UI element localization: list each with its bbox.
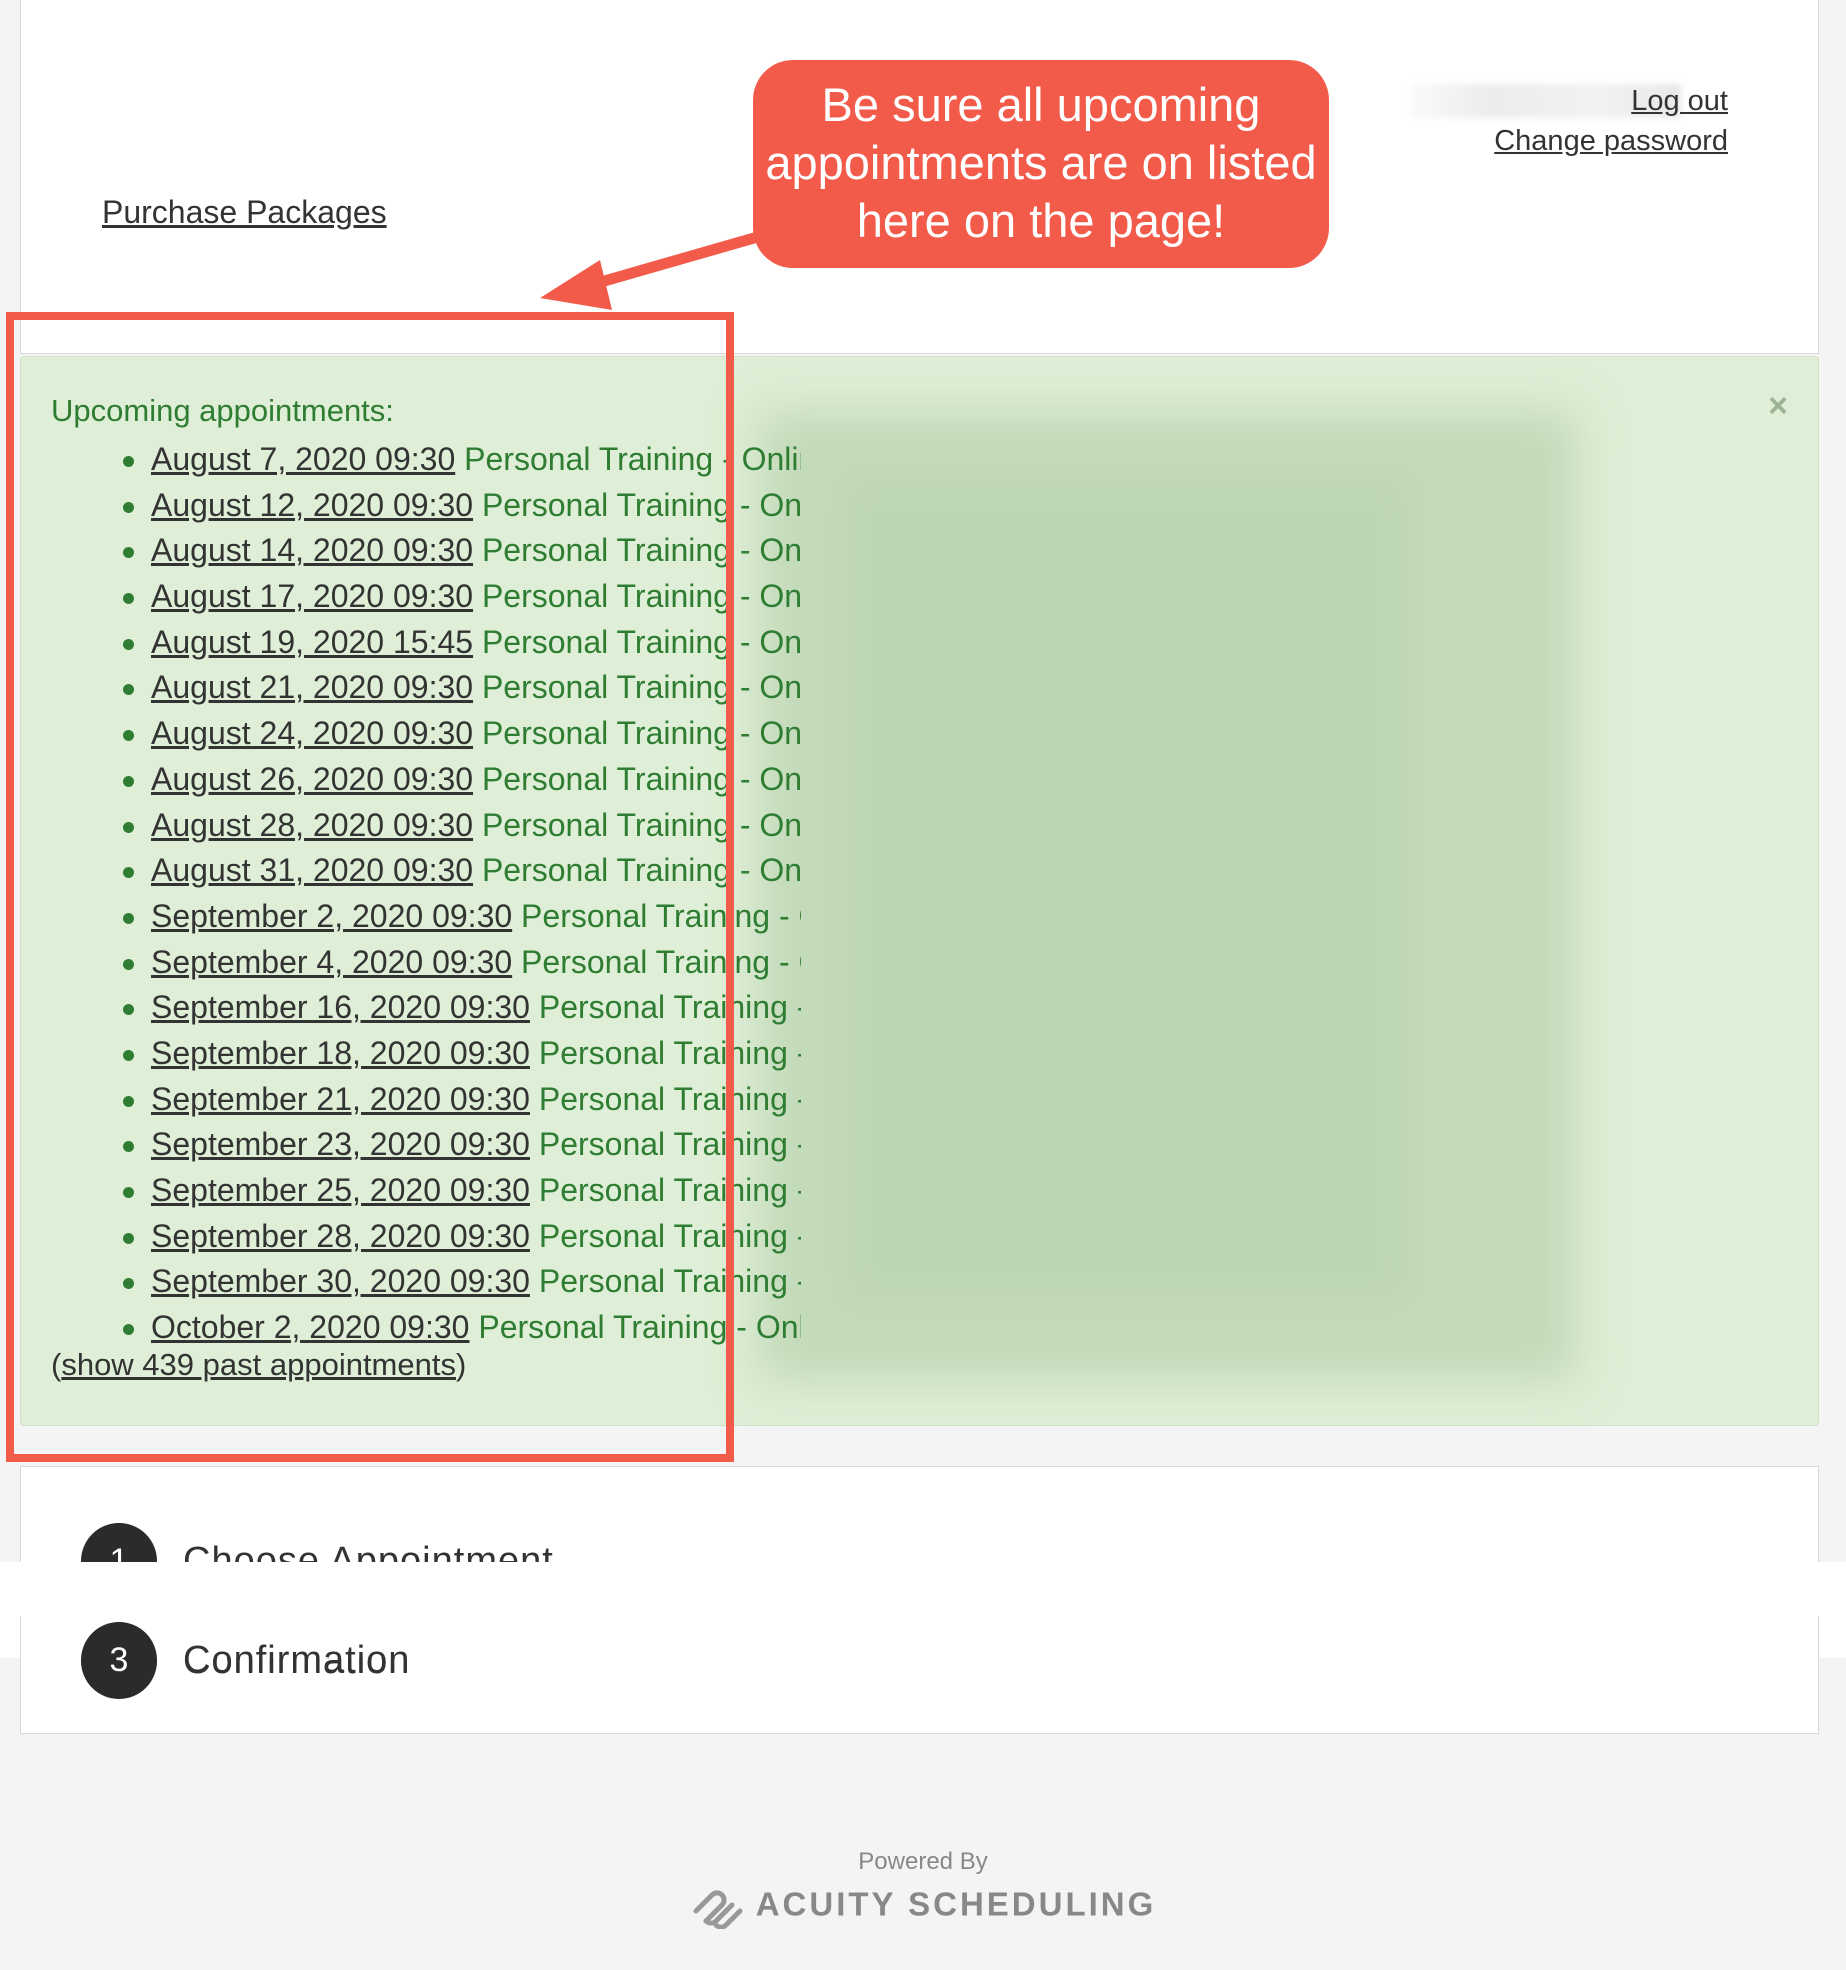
appointment-date-link[interactable]: August 26, 2020 09:30 xyxy=(151,761,473,797)
redacted-details xyxy=(787,440,1547,1352)
appointment-service: Personal Training - Onli xyxy=(481,532,801,569)
appointment-date-link[interactable]: August 24, 2020 09:30 xyxy=(151,715,473,751)
step-label: Confirmation xyxy=(183,1638,411,1681)
appointment-item: August 12, 2020 09:30 Personal Training … xyxy=(101,483,801,529)
appointment-service: Personal Training - O xyxy=(521,943,801,980)
appointment-date-link[interactable]: August 7, 2020 09:30 xyxy=(151,441,455,477)
step-number-badge: 3 xyxy=(81,1622,157,1698)
appointment-item: October 2, 2020 09:30 Personal Training … xyxy=(101,1305,801,1351)
appointment-list: August 7, 2020 09:30 Personal Training -… xyxy=(101,437,801,1351)
appointment-service: Personal Training - Onli xyxy=(481,852,801,889)
appointment-service: Personal Training - Onli xyxy=(481,715,801,752)
appointment-item: September 28, 2020 09:30 Personal Traini… xyxy=(101,1214,801,1260)
appointment-item: August 19, 2020 15:45 Personal Training … xyxy=(101,620,801,666)
appointment-item: August 14, 2020 09:30 Personal Training … xyxy=(101,528,801,574)
appointment-item: September 2, 2020 09:30 Personal Trainin… xyxy=(101,894,801,940)
logout-link[interactable]: Log out xyxy=(1631,85,1728,118)
appointment-item: August 21, 2020 09:30 Personal Training … xyxy=(101,665,801,711)
purchase-packages-link[interactable]: Purchase Packages xyxy=(102,194,387,231)
appointment-item: September 21, 2020 09:30 Personal Traini… xyxy=(101,1077,801,1123)
step-confirmation-visible[interactable]: 3 Confirmation xyxy=(81,1622,410,1698)
appointment-item: August 31, 2020 09:30 Personal Training … xyxy=(101,848,801,894)
appointment-date-link[interactable]: August 17, 2020 09:30 xyxy=(151,578,473,614)
appointment-item: August 17, 2020 09:30 Personal Training … xyxy=(101,574,801,620)
appointment-item: September 23, 2020 09:30 Personal Traini… xyxy=(101,1122,801,1168)
upcoming-appointments-alert: Upcoming appointments: × August 7, 2020 … xyxy=(20,356,1819,1426)
paren-open: ( xyxy=(51,1347,62,1382)
appointment-service: Personal Training - Onli xyxy=(481,760,801,797)
appointment-item: August 24, 2020 09:30 Personal Training … xyxy=(101,711,801,757)
appointment-service: Personal Training - Onli xyxy=(481,669,801,706)
appointment-item: August 28, 2020 09:30 Personal Training … xyxy=(101,803,801,849)
past-appointments: (show 439 past appointments) xyxy=(51,1347,466,1383)
brand-name: ACUITY SCHEDULING xyxy=(755,1885,1157,1923)
appointment-date-link[interactable]: September 16, 2020 09:30 xyxy=(151,989,530,1025)
appointment-service: Personal Training - xyxy=(538,1080,801,1117)
annotation-arrow-icon xyxy=(540,228,774,310)
appointment-item: September 18, 2020 09:30 Personal Traini… xyxy=(101,1031,801,1077)
powered-by-label: Powered By xyxy=(858,1848,988,1875)
steps-panel-lower: 3 Confirmation xyxy=(20,1616,1819,1734)
show-past-appointments-link[interactable]: show 439 past appointments xyxy=(61,1347,456,1382)
appointment-date-link[interactable]: September 4, 2020 09:30 xyxy=(151,944,512,980)
paren-close: ) xyxy=(455,1347,467,1382)
appointment-date-link[interactable]: September 21, 2020 09:30 xyxy=(151,1081,530,1117)
annotation-callout: Be sure all upcoming appointments are on… xyxy=(753,60,1329,268)
acuity-logo-icon xyxy=(693,1890,743,1929)
appointment-date-link[interactable]: September 28, 2020 09:30 xyxy=(151,1218,530,1254)
appointment-service: Personal Training - Onli xyxy=(481,578,801,615)
appointment-date-link[interactable]: August 12, 2020 09:30 xyxy=(151,487,473,523)
change-password-link[interactable]: Change password xyxy=(1494,125,1728,158)
acuity-brand[interactable]: ACUITY SCHEDULING xyxy=(0,1885,1846,1929)
appointment-service: Personal Training - xyxy=(538,1263,801,1300)
appointment-date-link[interactable]: September 30, 2020 09:30 xyxy=(151,1263,530,1299)
appointment-date-link[interactable]: September 2, 2020 09:30 xyxy=(151,898,512,934)
appointment-service: Personal Training - xyxy=(538,989,801,1026)
appointment-service: Personal Training - Onli xyxy=(481,806,801,843)
appointment-service: Personal Training - Onlin xyxy=(464,441,801,477)
appointment-date-link[interactable]: August 19, 2020 15:45 xyxy=(151,624,473,660)
close-icon[interactable]: × xyxy=(1768,387,1788,426)
appointment-service: Personal Training - xyxy=(538,1126,801,1163)
alert-title: Upcoming appointments: xyxy=(51,393,394,428)
appointment-item: August 26, 2020 09:30 Personal Training … xyxy=(101,757,801,803)
appointment-item: August 7, 2020 09:30 Personal Training -… xyxy=(101,437,801,483)
appointment-service: Personal Training - Onli xyxy=(481,623,801,660)
appointment-date-link[interactable]: September 18, 2020 09:30 xyxy=(151,1035,530,1071)
appointment-date-link[interactable]: August 14, 2020 09:30 xyxy=(151,532,473,568)
appointment-date-link[interactable]: October 2, 2020 09:30 xyxy=(151,1309,469,1345)
appointment-service: Personal Training - O xyxy=(521,897,801,934)
appointment-item: September 30, 2020 09:30 Personal Traini… xyxy=(101,1259,801,1305)
appointment-date-link[interactable]: August 21, 2020 09:30 xyxy=(151,669,473,705)
appointment-item: September 16, 2020 09:30 Personal Traini… xyxy=(101,985,801,1031)
appointment-service: Personal Training - xyxy=(538,1034,801,1071)
appointment-service: Personal Training - Onli xyxy=(481,486,801,523)
appointment-date-link[interactable]: September 25, 2020 09:30 xyxy=(151,1172,530,1208)
appointment-item: September 4, 2020 09:30 Personal Trainin… xyxy=(101,940,801,986)
appointment-date-link[interactable]: August 28, 2020 09:30 xyxy=(151,807,473,843)
appointment-service: Personal Training - xyxy=(538,1172,801,1208)
appointment-service: Personal Training - Onlir xyxy=(478,1309,801,1346)
appointment-service: Personal Training - xyxy=(538,1217,801,1254)
appointment-date-link[interactable]: September 23, 2020 09:30 xyxy=(151,1126,530,1162)
appointment-item: September 25, 2020 09:30 Personal Traini… xyxy=(101,1168,801,1214)
appointment-date-link[interactable]: August 31, 2020 09:30 xyxy=(151,852,473,888)
